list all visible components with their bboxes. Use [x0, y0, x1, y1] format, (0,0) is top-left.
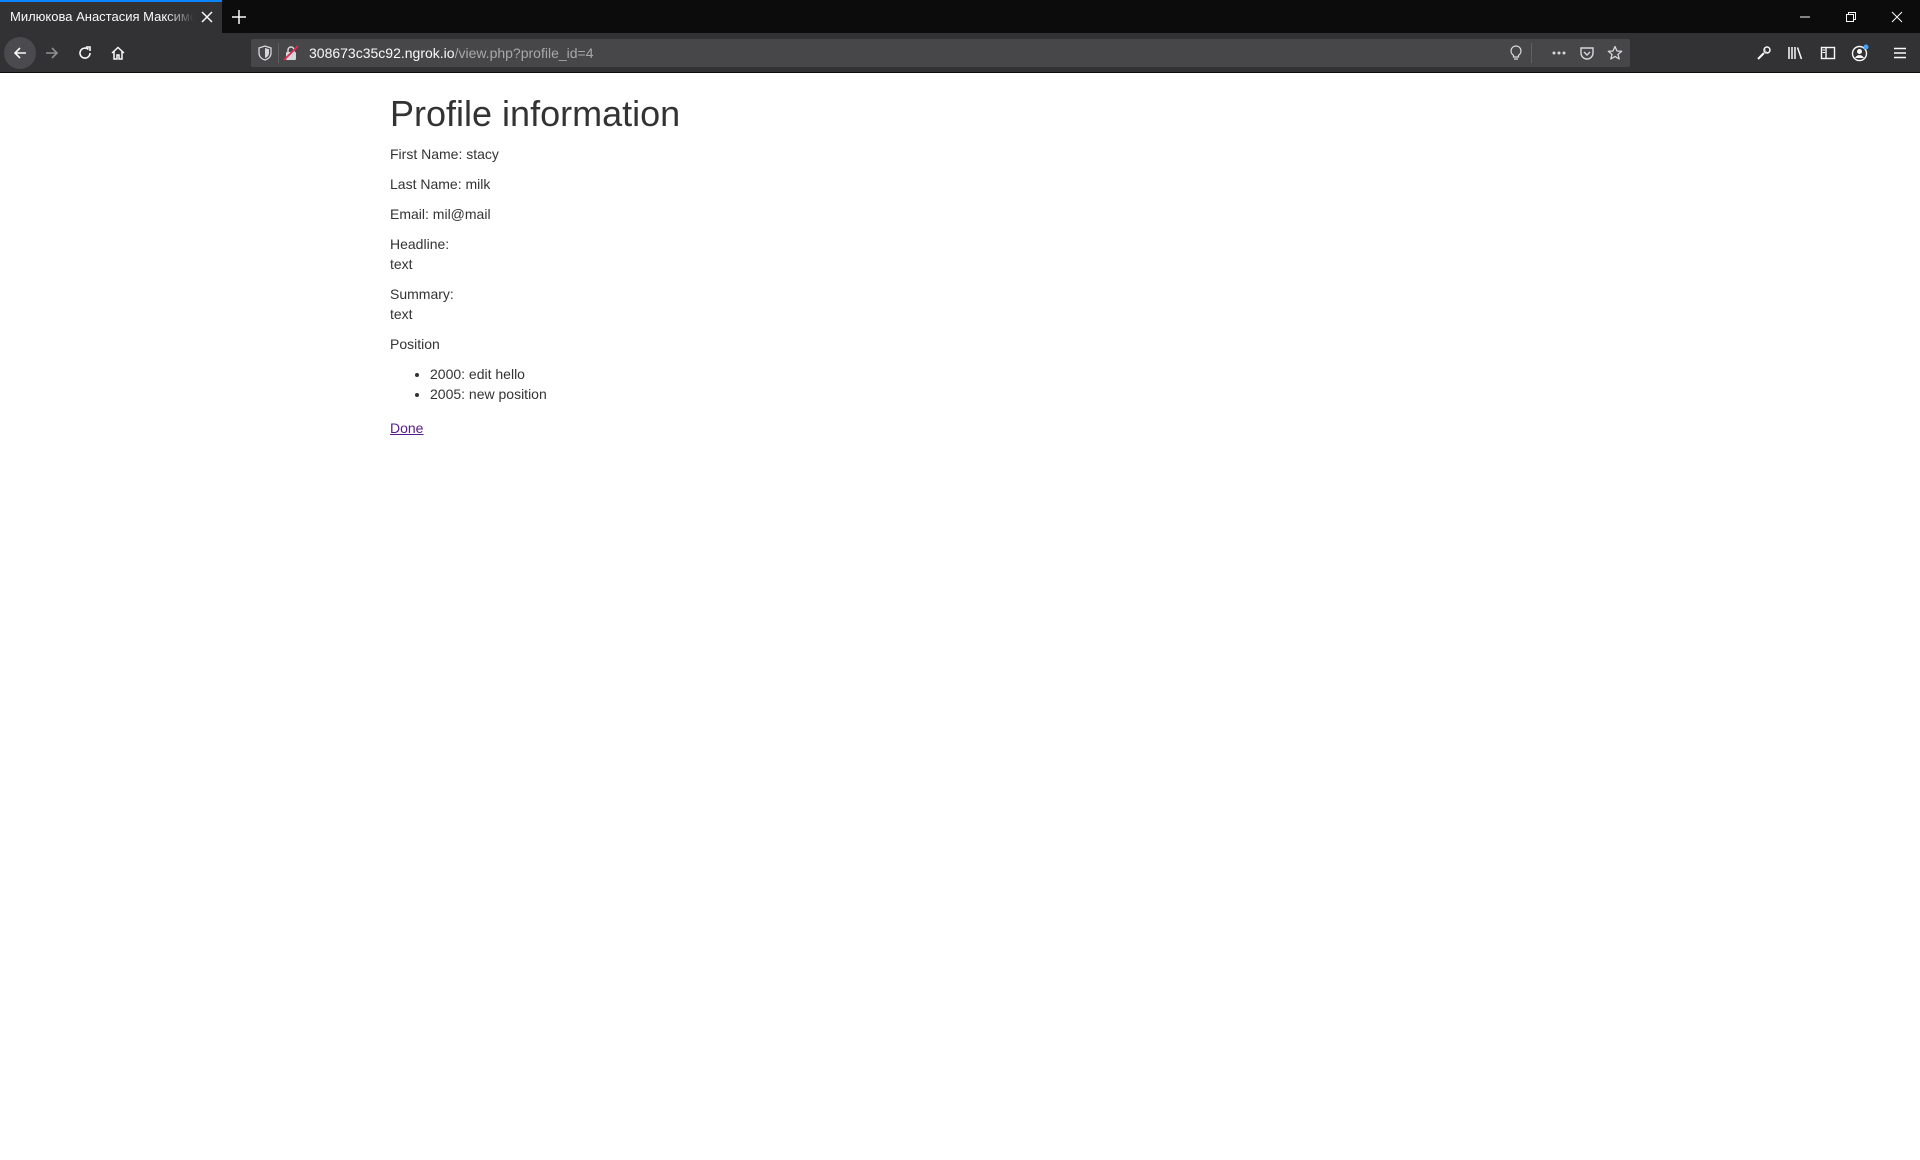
shield-icon[interactable]	[256, 44, 274, 62]
url-divider-right	[1531, 43, 1532, 63]
url-bar[interactable]: 308673c35c92.ngrok.io/view.php?profile_i…	[251, 39, 1630, 67]
email-value: mil@mail	[432, 206, 491, 222]
sidebar-icon	[1820, 46, 1836, 60]
reload-icon	[79, 46, 91, 59]
first-name-value: stacy	[466, 146, 499, 162]
new-tab-button[interactable]	[222, 0, 256, 33]
hamburger-menu-icon	[1894, 47, 1906, 59]
account-button[interactable]	[1848, 41, 1872, 65]
url-divider	[278, 43, 279, 63]
done-link[interactable]: Done	[390, 420, 423, 436]
reload-button[interactable]	[69, 37, 101, 69]
home-button[interactable]	[102, 37, 134, 69]
page-title: Profile information	[390, 93, 681, 134]
close-icon	[1891, 11, 1903, 22]
insecure-lock-icon[interactable]	[282, 44, 300, 62]
close-tab-icon[interactable]	[198, 8, 216, 26]
headline-value: text	[390, 256, 413, 272]
headline-label: Headline:	[390, 236, 450, 252]
navigation-toolbar: 308673c35c92.ngrok.io/view.php?profile_i…	[0, 33, 1920, 73]
forward-button[interactable]	[36, 37, 68, 69]
first-name-label: First Name:	[390, 146, 463, 162]
minimize-icon	[1800, 16, 1810, 17]
developer-tools-button[interactable]	[1752, 41, 1776, 65]
library-icon	[1788, 47, 1803, 60]
url-path: /view.php?profile_id=4	[454, 45, 594, 61]
email-label: Email:	[390, 206, 429, 222]
bookmark-star-icon[interactable]	[1606, 44, 1624, 62]
summary-field: Summary: text	[390, 284, 1530, 324]
position-list: 2000: edit hello 2005: new position	[390, 364, 1530, 404]
lightbulb-icon[interactable]	[1507, 44, 1525, 62]
arrow-right-icon	[46, 47, 59, 59]
tab-title: Милюкова Анастасия Максимовна	[10, 9, 194, 24]
restore-icon	[1846, 11, 1856, 22]
minimize-button[interactable]	[1782, 0, 1828, 33]
url-host: 308673c35c92.ngrok.io	[309, 45, 455, 61]
tab-strip: Милюкова Анастасия Максимовна	[0, 0, 1920, 33]
last-name-field: Last Name: milk	[390, 174, 1530, 194]
last-name-value: milk	[465, 176, 491, 192]
close-window-button[interactable]	[1874, 0, 1920, 33]
window-controls	[1782, 0, 1920, 33]
url-text[interactable]: 308673c35c92.ngrok.io/view.php?profile_i…	[309, 39, 594, 67]
plus-icon	[232, 9, 246, 24]
position-heading: Position	[390, 336, 440, 352]
first-name-field: First Name: stacy	[390, 144, 1530, 164]
wrench-icon	[1757, 46, 1771, 60]
browser-tab[interactable]: Милюкова Анастасия Максимовна	[0, 0, 222, 33]
home-icon	[111, 46, 125, 60]
list-item: 2005: new position	[430, 384, 1530, 404]
more-actions-icon[interactable]	[1550, 44, 1568, 62]
list-item: 2000: edit hello	[430, 364, 1530, 384]
back-button[interactable]	[4, 37, 36, 69]
done-link-wrapper: Done	[390, 418, 1530, 438]
headline-field: Headline: text	[390, 234, 1530, 274]
pocket-icon[interactable]	[1578, 44, 1596, 62]
menu-button[interactable]	[1888, 41, 1912, 65]
sidebar-toggle-button[interactable]	[1816, 41, 1840, 65]
summary-value: text	[390, 306, 413, 322]
summary-label: Summary:	[390, 286, 454, 302]
library-button[interactable]	[1784, 41, 1808, 65]
email-field: Email: mil@mail	[390, 204, 1530, 224]
account-icon	[1851, 44, 1869, 62]
last-name-label: Last Name:	[390, 176, 462, 192]
page-content: Profile information First Name: stacy La…	[390, 74, 1530, 438]
restore-button[interactable]	[1828, 0, 1874, 33]
arrow-left-icon	[13, 47, 26, 59]
